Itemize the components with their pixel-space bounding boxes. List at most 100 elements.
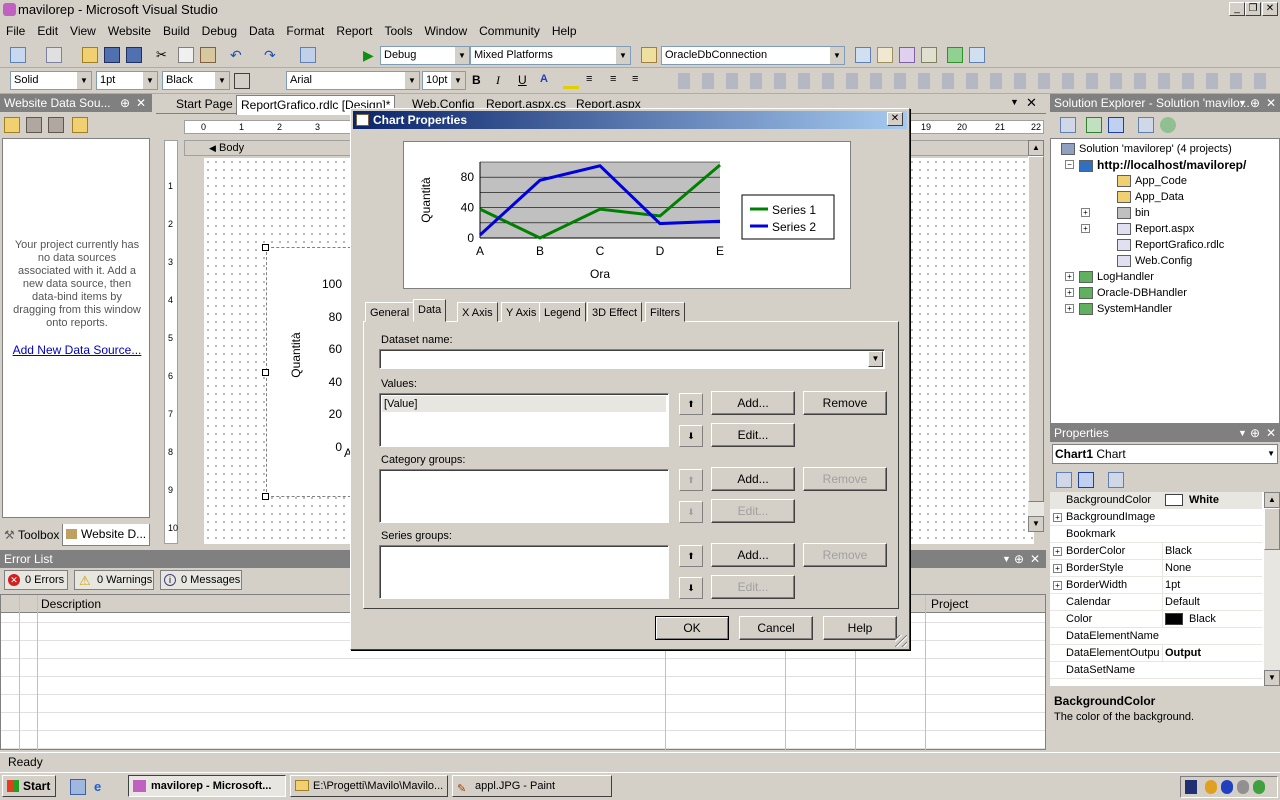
expand-icon[interactable]: + [1053,581,1062,590]
series-add-button[interactable]: Add... [711,543,795,567]
border-style-combo[interactable]: Solid ▼ [10,71,92,90]
resize-handle[interactable] [262,244,269,251]
property-value[interactable]: Black [1162,543,1262,560]
close-document-icon[interactable]: ✕ [1026,95,1037,111]
dropdown-icon[interactable]: ▼ [1238,424,1247,442]
quick-launch-desktop-icon[interactable] [70,779,86,795]
dialog-titlebar[interactable]: Chart Properties [353,111,907,129]
undo-icon[interactable]: ↶ [230,47,246,63]
property-value[interactable]: None [1162,560,1262,577]
object-selector[interactable]: Chart1 Chart ▼ [1052,444,1278,464]
solution-explorer-icon[interactable] [855,47,871,63]
tree-item[interactable]: Solution 'mavilorep' (4 projects) [1061,141,1232,157]
category-remove-button[interactable]: Remove [803,467,887,491]
refresh-icon[interactable] [72,117,88,133]
object-browser-icon[interactable] [899,47,915,63]
add-data-source-icon[interactable] [4,117,20,133]
values-add-button[interactable]: Add... [711,391,795,415]
tree-item[interactable]: App_Data [1117,189,1184,205]
border-width-combo[interactable]: 1pt ▼ [96,71,158,90]
paste-icon[interactable] [200,47,216,63]
tab-x-axis[interactable]: X Axis [457,302,498,322]
tree-item[interactable]: App_Code [1117,173,1187,189]
find-icon[interactable] [641,47,657,63]
tab-legend[interactable]: Legend [539,302,586,322]
tab-y-axis[interactable]: Y Axis [501,302,542,322]
asp-config-icon[interactable] [1160,117,1176,133]
ok-button[interactable]: OK [655,616,729,640]
cut-icon[interactable]: ✂ [156,47,172,63]
toolbox-tab[interactable]: ⚒ Toolbox [2,526,59,544]
start-page-icon[interactable] [947,47,963,63]
properties-icon[interactable] [1060,117,1076,133]
scroll-up-icon[interactable]: ▲ [1264,492,1280,508]
open-icon[interactable] [82,47,98,63]
add-item-icon[interactable] [46,47,62,63]
resize-handle[interactable] [262,493,269,500]
tree-item[interactable]: LogHandler [1079,269,1154,285]
font-color-icon[interactable]: A [540,73,556,89]
alphabetical-icon[interactable] [1078,472,1094,488]
pin-icon[interactable]: ⊕ [1250,94,1260,112]
tab-data[interactable]: Data [413,299,447,322]
menu-item-build[interactable]: Build [157,20,196,42]
tray-icon[interactable] [1185,780,1197,794]
close-button[interactable]: ✕ [1262,2,1278,16]
series-move-up-button[interactable]: ⬆ [679,545,703,567]
start-button[interactable]: Start [2,775,56,797]
property-row[interactable]: Calendar Default [1050,594,1262,611]
pin-icon[interactable]: ⊕ [1014,550,1024,568]
property-row[interactable]: DataElementOutpu Output [1050,645,1262,662]
tree-item[interactable]: Web.Config [1117,253,1192,269]
property-value[interactable]: Output [1162,645,1262,662]
property-row[interactable]: + BorderStyle None [1050,560,1262,577]
values-list[interactable]: [Value] [379,393,669,447]
dataset-name-combo[interactable]: ▼ [379,349,885,369]
values-list-item[interactable]: [Value] [382,396,666,412]
property-value[interactable]: White [1162,492,1262,509]
values-move-down-button[interactable]: ⬇ [679,425,703,447]
save-icon[interactable] [104,47,120,63]
pin-icon[interactable]: ⊕ [1250,424,1260,442]
messages-filter[interactable]: i 0 Messages [160,570,242,590]
dropdown-icon[interactable]: ▼ [1002,550,1011,568]
website-data-tab[interactable]: Website D... [62,524,150,546]
resize-handle[interactable] [262,369,269,376]
edit-dataset-icon[interactable] [26,117,42,133]
menu-item-debug[interactable]: Debug [196,20,243,42]
property-row[interactable]: Bookmark [1050,526,1262,543]
menu-item-window[interactable]: Window [418,20,473,42]
menu-item-file[interactable]: File [0,20,31,42]
scroll-down-icon[interactable]: ▼ [1028,516,1044,532]
col-description[interactable]: Description [41,597,101,611]
help-button[interactable]: Help [823,616,897,640]
align-left-icon[interactable]: ≡ [586,73,602,89]
menu-item-data[interactable]: Data [243,20,280,42]
property-row[interactable]: + BorderWidth 1pt [1050,577,1262,594]
navigate-icon[interactable] [300,47,316,63]
nest-related-files-icon[interactable] [1108,117,1124,133]
underline-button[interactable]: U [518,73,534,89]
menu-item-format[interactable]: Format [280,20,330,42]
scroll-thumb[interactable] [1264,508,1280,550]
color-combo[interactable]: Black ▼ [162,71,230,90]
values-move-up-button[interactable]: ⬆ [679,393,703,415]
bold-button[interactable]: B [472,73,488,89]
tree-item[interactable]: bin [1117,205,1150,221]
doc-tab-start-page[interactable]: Start Page [176,97,233,111]
property-value[interactable]: 1pt [1162,577,1262,594]
tab-general[interactable]: General [365,302,415,322]
align-right-icon[interactable]: ≡ [632,73,648,89]
tray-icon[interactable] [1237,780,1249,794]
property-pages-icon[interactable] [1108,472,1124,488]
borders-icon[interactable] [234,73,250,89]
close-icon[interactable]: ✕ [1030,550,1040,568]
property-row[interactable]: BackgroundColor White [1050,492,1262,509]
expand-icon[interactable]: + [1065,272,1074,281]
menu-item-edit[interactable]: Edit [31,20,64,42]
pin-icon[interactable]: ⊕ [120,94,130,112]
vertical-scrollbar[interactable]: ▲ ▼ [1028,140,1044,532]
category-groups-list[interactable] [379,469,669,523]
scroll-down-icon[interactable]: ▼ [1264,670,1280,686]
cancel-button[interactable]: Cancel [739,616,813,640]
